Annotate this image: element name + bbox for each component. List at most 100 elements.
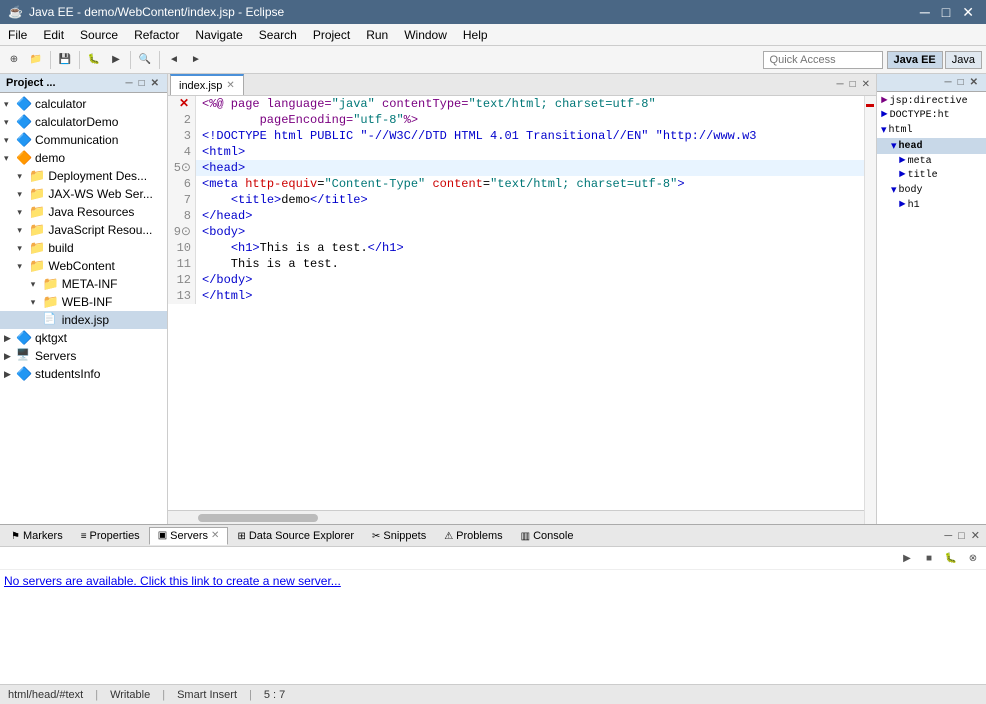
bottom-minimize[interactable]: ─: [942, 530, 954, 542]
bottom-maximize[interactable]: □: [956, 530, 967, 542]
toolbar-run[interactable]: ▶: [106, 50, 126, 70]
editor-tab-indexjsp[interactable]: index.jsp ✕: [170, 74, 244, 95]
toolbar-open[interactable]: 📁: [26, 50, 46, 70]
outline-item-h1[interactable]: ► h1: [877, 198, 986, 212]
server-debug-btn[interactable]: 🐛: [942, 549, 960, 567]
eclipse-icon: ☕: [8, 5, 23, 19]
outline-item-meta[interactable]: ► meta: [877, 154, 986, 168]
editor-tab-close[interactable]: ✕: [226, 80, 234, 91]
tab-console[interactable]: ▥ Console: [512, 527, 583, 544]
outline-item-body[interactable]: ▾ body: [877, 182, 986, 198]
outline-item-title[interactable]: ► title: [877, 168, 986, 182]
menu-window[interactable]: Window: [396, 26, 455, 44]
tree-item-communication[interactable]: ▾🔷Communication: [0, 131, 167, 149]
tree-item-deploymentdes[interactable]: ▾📁Deployment Des...: [0, 167, 167, 185]
tree-item-javaresources[interactable]: ▾📁Java Resources: [0, 203, 167, 221]
menu-source[interactable]: Source: [72, 26, 126, 44]
outline-item-jspdir[interactable]: ► jsp:directive: [877, 94, 986, 108]
outline-item-doctype[interactable]: ► DOCTYPE:ht: [877, 108, 986, 122]
quick-access-input[interactable]: [763, 51, 883, 69]
menu-refactor[interactable]: Refactor: [126, 26, 187, 44]
servers-icon: ▣: [158, 530, 167, 541]
hscroll-thumb[interactable]: [198, 514, 318, 522]
outline-item-head[interactable]: ▾ head: [877, 138, 986, 154]
minimize-button[interactable]: ─: [916, 4, 934, 21]
code-line-6[interactable]: 6 <meta http-equiv="Content-Type" conten…: [168, 176, 876, 192]
code-line-2[interactable]: 2 pageEncoding="utf-8"%>: [168, 112, 876, 128]
outline-minimize[interactable]: ─: [942, 77, 953, 88]
toolbar-search[interactable]: 🔍: [135, 50, 155, 70]
tab-problems[interactable]: ⚠ Problems: [435, 527, 511, 544]
tree-item-calculatordemo[interactable]: ▾🔷calculatorDemo: [0, 113, 167, 131]
server-disconnect-btn[interactable]: ⊗: [964, 549, 982, 567]
perspective-java[interactable]: Java: [945, 51, 982, 69]
tree-item-javascriptresou[interactable]: ▾📁JavaScript Resou...: [0, 221, 167, 239]
outline-maximize[interactable]: □: [956, 77, 966, 88]
close-button[interactable]: ✕: [958, 4, 978, 21]
restore-button[interactable]: □: [938, 4, 954, 21]
panel-close[interactable]: ✕: [149, 78, 161, 89]
tree-item-webinf[interactable]: ▾📁WEB-INF: [0, 293, 167, 311]
server-start-btn[interactable]: ▶: [898, 549, 916, 567]
code-line-5[interactable]: 5⊙ <head>: [168, 160, 876, 176]
title-bar-controls[interactable]: ─ □ ✕: [916, 4, 978, 21]
editor-area[interactable]: ✕ <%@ page language="java" contentType="…: [168, 96, 876, 524]
perspective-javaee[interactable]: Java EE: [887, 51, 943, 69]
menu-help[interactable]: Help: [455, 26, 496, 44]
code-line-8[interactable]: 8 </head>: [168, 208, 876, 224]
code-line-12[interactable]: 12 </body>: [168, 272, 876, 288]
toolbar-save[interactable]: 💾: [55, 50, 75, 70]
server-stop-btn[interactable]: ■: [920, 549, 938, 567]
bottom-close[interactable]: ✕: [969, 529, 982, 542]
panel-header-controls: ─ □ ✕: [123, 78, 161, 89]
tree-item-metainf[interactable]: ▾📁META-INF: [0, 275, 167, 293]
tree-item-servers[interactable]: ▶🖥️Servers: [0, 347, 167, 365]
menu-project[interactable]: Project: [305, 26, 358, 44]
code-line-7[interactable]: 7 <title>demo</title>: [168, 192, 876, 208]
markers-icon: ⚑: [11, 531, 20, 542]
menu-run[interactable]: Run: [358, 26, 396, 44]
tree-item-demo[interactable]: ▾🔶demo: [0, 149, 167, 167]
editor-maximize[interactable]: □: [848, 79, 858, 90]
tab-datasource[interactable]: ⊞ Data Source Explorer: [228, 527, 363, 544]
tree-item-calculator[interactable]: ▾🔷calculator: [0, 95, 167, 113]
code-line-11[interactable]: 11 This is a test.: [168, 256, 876, 272]
tab-markers[interactable]: ⚑ Markers: [2, 527, 72, 544]
toolbar-prev[interactable]: ◄: [164, 50, 184, 70]
outline-close[interactable]: ✕: [968, 77, 980, 88]
outline-header: ─ □ ✕: [877, 74, 986, 92]
code-line-3[interactable]: 3 <!DOCTYPE html PUBLIC "-//W3C//DTD HTM…: [168, 128, 876, 144]
code-line-4[interactable]: 4 <html>: [168, 144, 876, 160]
panel-minimize[interactable]: ─: [123, 78, 134, 89]
tree-item-build[interactable]: ▾📁build: [0, 239, 167, 257]
toolbar-debug[interactable]: 🐛: [84, 50, 104, 70]
tab-properties[interactable]: ≡ Properties: [72, 527, 149, 544]
tree-item-studentsinfo[interactable]: ▶🔷studentsInfo: [0, 365, 167, 383]
menu-search[interactable]: Search: [251, 26, 305, 44]
outline-item-html[interactable]: ▾ html: [877, 122, 986, 138]
code-line-1[interactable]: ✕ <%@ page language="java" contentType="…: [168, 96, 876, 112]
tree-item-indexjsp[interactable]: 📄index.jsp: [0, 311, 167, 329]
editor-close[interactable]: ✕: [860, 79, 872, 90]
code-line-10[interactable]: 10 <h1>This is a test.</h1>: [168, 240, 876, 256]
editor-scroll[interactable]: ✕ <%@ page language="java" contentType="…: [168, 96, 876, 524]
servers-tab-close[interactable]: ✕: [211, 530, 219, 541]
panel-maximize[interactable]: □: [137, 78, 147, 89]
tab-snippets[interactable]: ✂ Snippets: [363, 527, 435, 544]
tree-item-webcontent[interactable]: ▾📁WebContent: [0, 257, 167, 275]
code-line-13[interactable]: 13 </html>: [168, 288, 876, 304]
tree-item-jaxwswebser[interactable]: ▾📁JAX-WS Web Ser...: [0, 185, 167, 203]
code-line-9[interactable]: 9⊙ <body>: [168, 224, 876, 240]
title-bar-title: ☕ Java EE - demo/WebContent/index.jsp - …: [8, 5, 284, 19]
editor-hscrollbar[interactable]: [168, 510, 864, 524]
tab-servers[interactable]: ▣ Servers ✕: [149, 527, 229, 545]
toolbar-new[interactable]: ⊕: [4, 50, 24, 70]
menu-file[interactable]: File: [0, 26, 35, 44]
status-insert: Smart Insert: [177, 689, 237, 701]
toolbar-next[interactable]: ►: [186, 50, 206, 70]
create-server-link[interactable]: No servers are available. Click this lin…: [4, 574, 341, 588]
editor-minimize[interactable]: ─: [834, 79, 845, 90]
menu-edit[interactable]: Edit: [35, 26, 72, 44]
menu-navigate[interactable]: Navigate: [187, 26, 250, 44]
tree-item-qktgxt[interactable]: ▶🔷qktgxt: [0, 329, 167, 347]
